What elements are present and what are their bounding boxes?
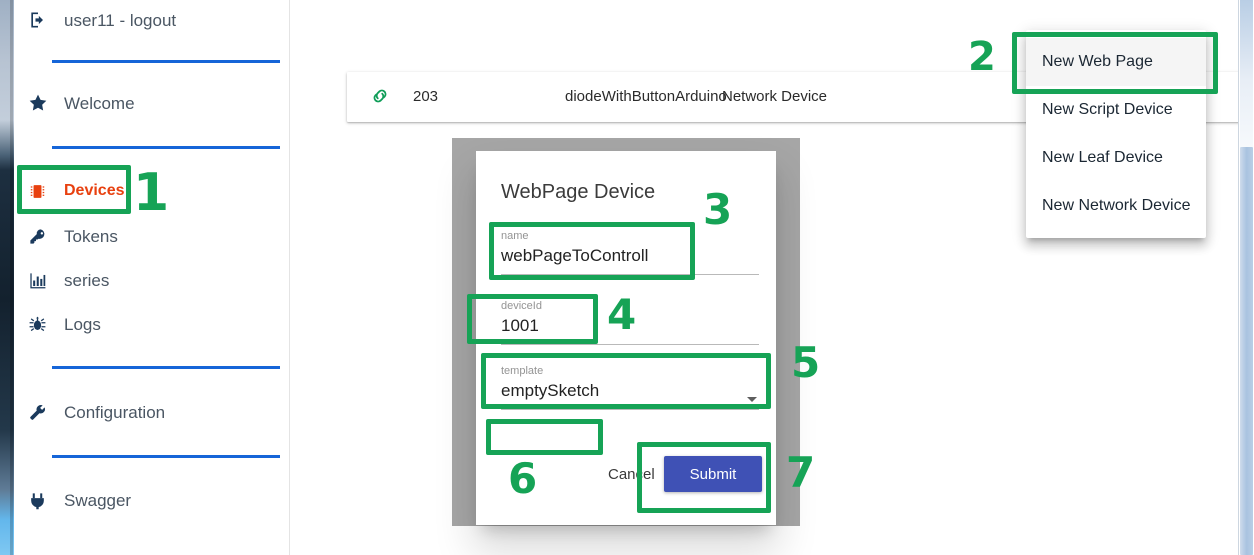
cancel-button[interactable]: Cancel (596, 458, 667, 491)
plug-icon (28, 490, 54, 510)
template-select[interactable]: template emptySketch (501, 364, 759, 410)
main-content: 203 diodeWithButtonArduino Network Devic… (290, 0, 1254, 555)
logout-icon (28, 10, 54, 30)
sidebar: user11 - logout Welcome Devices Tokens s… (14, 0, 290, 555)
star-icon (28, 93, 54, 113)
sidebar-item-welcome[interactable]: Welcome (28, 88, 135, 118)
name-field[interactable]: name webPageToControll (501, 229, 759, 275)
sidebar-item-label: Devices (64, 182, 125, 199)
sidebar-item-tokens[interactable]: Tokens (28, 221, 118, 251)
page-scrollbar[interactable] (1238, 0, 1254, 555)
sidebar-item-series[interactable]: series (28, 265, 109, 295)
app-root: user11 - logout Welcome Devices Tokens s… (0, 0, 1254, 555)
sidebar-item-label: Logs (64, 314, 101, 334)
template-select-underline (501, 409, 759, 410)
sidebar-item-configuration[interactable]: Configuration (28, 397, 165, 427)
menu-item-new-script-device[interactable]: New Script Device (1026, 86, 1206, 134)
deviceid-field-label: deviceId (501, 300, 542, 312)
menu-item-new-leaf-device[interactable]: New Leaf Device (1026, 134, 1206, 182)
bar-chart-icon (28, 270, 54, 290)
chevron-down-icon[interactable] (747, 397, 757, 402)
left-rail-divider (10, 0, 13, 555)
device-name-cell: diodeWithButtonArduino (565, 88, 727, 105)
template-select-value: emptySketch (501, 381, 600, 400)
menu-item-new-network-device[interactable]: New Network Device (1026, 182, 1206, 230)
bug-icon (28, 314, 54, 334)
sidebar-item-label: series (64, 270, 110, 290)
sidebar-item-swagger[interactable]: Swagger (28, 485, 131, 515)
sidebar-item-devices[interactable]: Devices (28, 176, 125, 206)
device-id-cell: 203 (413, 88, 439, 105)
webpage-device-dialog: WebPage Device name webPageToControll de… (476, 151, 776, 525)
submit-button[interactable]: Submit (664, 456, 762, 492)
menu-item-new-web-page[interactable]: New Web Page (1026, 38, 1206, 86)
name-field-underline (501, 274, 759, 275)
sidebar-item-label: Configuration (64, 402, 166, 422)
new-device-menu: New Web Page New Script Device New Leaf … (1026, 30, 1206, 238)
deviceid-field-value: 1001 (501, 316, 539, 335)
name-field-label: name (501, 230, 529, 242)
sidebar-item-label: Swagger (64, 490, 132, 510)
sidebar-item-label: user11 - logout (64, 10, 177, 30)
sidebar-divider-1 (52, 60, 280, 63)
deviceid-field-underline (501, 344, 759, 345)
left-edge-rail (0, 0, 14, 555)
memory-chip-icon (28, 181, 54, 201)
sidebar-item-logs[interactable]: Logs (28, 309, 101, 339)
sidebar-item-label: Tokens (64, 226, 118, 246)
sidebar-item-label: Welcome (64, 93, 135, 113)
dialog-title: WebPage Device (501, 181, 656, 203)
name-field-value: webPageToControll (501, 246, 649, 265)
scrollbar-thumb[interactable] (1240, 147, 1253, 555)
deviceid-field[interactable]: deviceId 1001 (501, 299, 759, 345)
sidebar-divider-4 (52, 455, 280, 458)
sidebar-item-logout[interactable]: user11 - logout (28, 5, 176, 35)
wrench-icon (28, 402, 54, 422)
sidebar-divider-3 (52, 366, 280, 369)
link-icon[interactable] (369, 85, 393, 109)
key-icon (28, 226, 54, 246)
template-select-label: template (501, 365, 544, 377)
scrollbar-track (1240, 0, 1253, 147)
sidebar-divider-2 (52, 146, 280, 149)
device-type-cell: Network Device (722, 88, 828, 105)
